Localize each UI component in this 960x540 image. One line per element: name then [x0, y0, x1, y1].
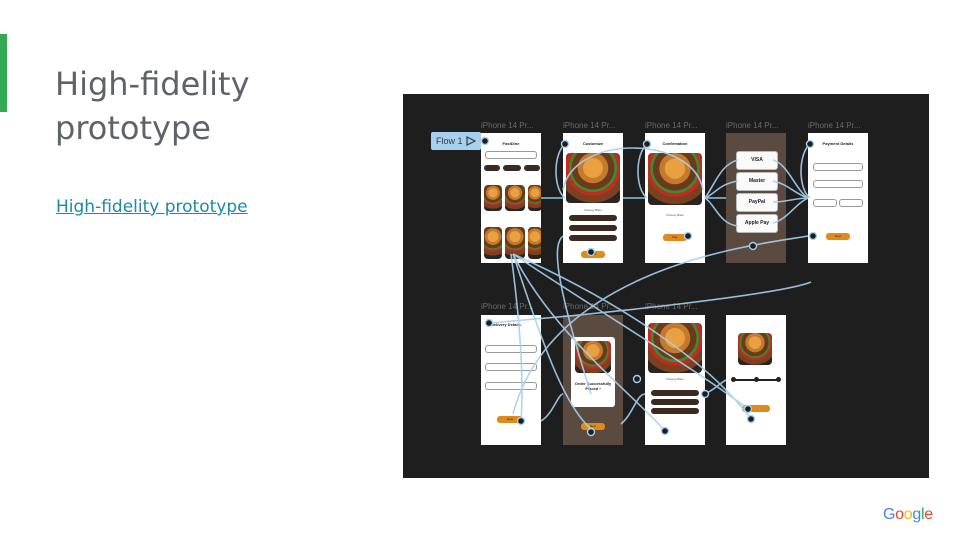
- prototype-connections: [477, 136, 818, 437]
- prototype-canvas: iPhone 14 Pr... iPhone 14 Pr... iPhone 1…: [403, 94, 929, 478]
- slide-title: High-fidelity prototype: [55, 65, 250, 147]
- google-logo-letter: G: [883, 506, 896, 523]
- google-logo-letter: o: [895, 506, 904, 523]
- google-logo-letter: o: [903, 506, 913, 523]
- google-logo-letter: e: [924, 506, 933, 523]
- prototype-link[interactable]: High-fidelity prototype: [56, 197, 248, 217]
- accent-bar: [0, 34, 7, 112]
- google-logo-letter: g: [912, 506, 921, 523]
- google-logo-text: Google: [883, 506, 933, 524]
- google-logo: Google: [883, 506, 933, 524]
